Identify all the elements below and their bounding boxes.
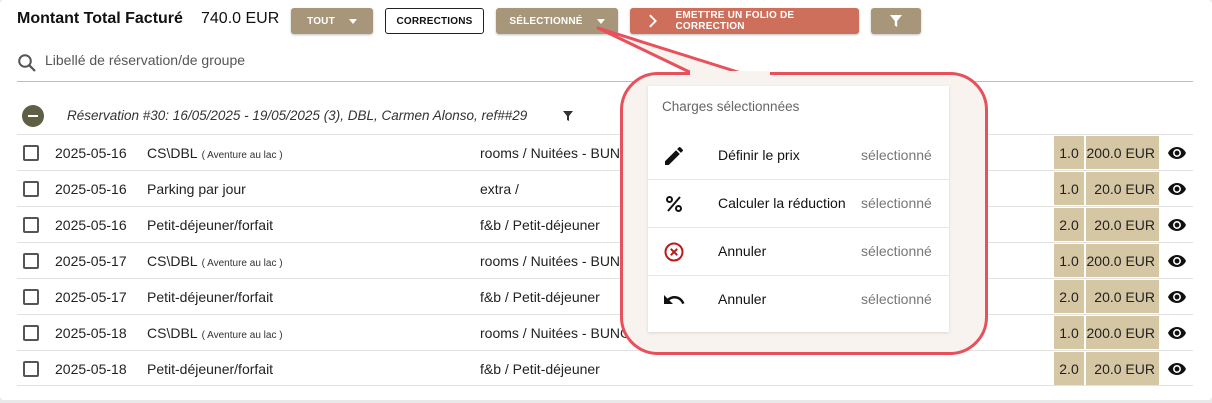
menu-item-undo[interactable]: Annuler sélectionné: [648, 276, 949, 324]
callout-pointer: [596, 26, 762, 81]
menu-item-state: sélectionné: [861, 195, 932, 211]
menu-item-cancel[interactable]: Annuler sélectionné: [648, 228, 949, 276]
menu-item-set-price[interactable]: Définir le prix sélectionné: [648, 132, 949, 180]
menu-item-label: Calculer la réduction: [718, 195, 846, 211]
menu-heading: Charges sélectionnées: [662, 99, 800, 114]
charges-panel: Montant Total Facturé 740.0 EUR TOUT COR…: [0, 0, 1212, 400]
cancel-circle-icon: [664, 242, 684, 262]
percent-icon: [666, 196, 682, 212]
menu-item-label: Définir le prix: [718, 147, 800, 163]
menu-item-label: Annuler: [718, 291, 767, 307]
menu-item-label: Annuler: [718, 243, 767, 259]
menu-item-compute-discount[interactable]: Calculer la réduction sélectionné: [648, 180, 949, 228]
callout-joint: [690, 71, 770, 77]
selected-charges-menu: Charges sélectionnées Définir le prix sé…: [648, 86, 949, 332]
undo-icon: [664, 295, 685, 304]
menu-item-state: sélectionné: [861, 291, 932, 307]
menu-item-state: sélectionné: [861, 243, 932, 259]
menu-item-state: sélectionné: [861, 147, 932, 163]
pencil-icon: [665, 146, 684, 165]
